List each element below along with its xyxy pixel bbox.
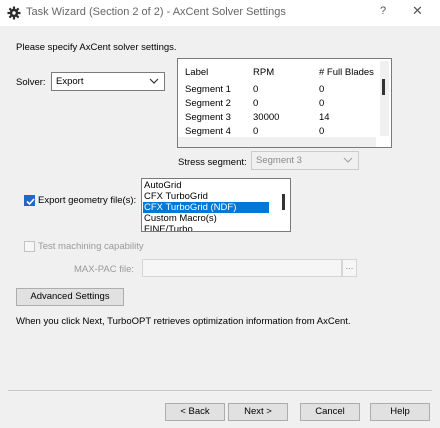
solver-label: Solver: <box>16 77 46 88</box>
table-cell[interactable]: Segment 4 <box>185 126 231 137</box>
chevron-down-icon <box>149 78 159 84</box>
test-machining-label: Test machining capability <box>38 241 144 252</box>
table-vertical-scrollbar[interactable] <box>380 61 389 136</box>
scrollbar-thumb[interactable] <box>282 194 285 210</box>
table-cell[interactable]: 14 <box>319 112 330 123</box>
close-icon[interactable]: ✕ <box>412 3 423 19</box>
help-button[interactable]: Help <box>370 403 430 421</box>
table-cell[interactable]: 0 <box>253 98 258 109</box>
table-cell[interactable]: 0 <box>319 126 324 137</box>
segment-table[interactable]: Label RPM # Full Blades Segment 1 0 0 Se… <box>177 58 392 148</box>
test-machining-checkbox[interactable] <box>24 241 35 252</box>
instructions-text: Please specify AxCent solver settings. <box>16 42 177 53</box>
list-item[interactable]: CFX TurboGrid <box>143 191 208 202</box>
max-pac-label: MAX-PAC file: <box>74 264 135 275</box>
footer-separator <box>8 390 432 391</box>
table-cell[interactable]: 0 <box>253 84 258 95</box>
info-text: When you click Next, TurboOPT retrieves … <box>16 316 351 327</box>
list-item-selected[interactable]: CFX TurboGrid (NDF) <box>143 202 269 213</box>
header-rpm: RPM <box>253 67 275 78</box>
next-button[interactable]: Next > <box>228 403 288 421</box>
list-item[interactable]: FINE/Turbo <box>143 224 193 231</box>
solver-value: Export <box>56 76 84 87</box>
geometry-format-list[interactable]: AutoGrid CFX TurboGrid CFX TurboGrid (ND… <box>141 178 291 232</box>
export-geometry-checkbox[interactable] <box>24 195 35 206</box>
window-title: Task Wizard (Section 2 of 2) - AxCent So… <box>26 6 286 18</box>
list-vertical-scrollbar[interactable] <box>279 180 289 230</box>
cancel-button[interactable]: Cancel <box>300 403 360 421</box>
header-full-blades: # Full Blades <box>319 67 374 78</box>
stress-segment-label: Stress segment: <box>178 157 247 168</box>
table-cell[interactable]: 30000 <box>253 112 279 123</box>
stress-segment-value: Segment 3 <box>256 155 302 166</box>
browse-button[interactable]: ... <box>342 259 357 277</box>
export-geometry-label: Export geometry file(s): <box>38 195 137 206</box>
table-cell[interactable]: 0 <box>319 84 324 95</box>
table-cell[interactable]: 0 <box>319 98 324 109</box>
max-pac-input[interactable] <box>142 259 342 277</box>
solver-dropdown[interactable]: Export <box>51 72 165 91</box>
scrollbar-thumb[interactable] <box>382 79 385 95</box>
table-cell[interactable]: Segment 2 <box>185 98 231 109</box>
table-horizontal-scrollbar[interactable] <box>178 137 376 147</box>
table-cell[interactable]: 0 <box>253 126 258 137</box>
back-button[interactable]: < Back <box>165 403 225 421</box>
table-cell[interactable]: Segment 1 <box>185 84 231 95</box>
title-help-button[interactable]: ? <box>380 5 386 17</box>
header-label: Label <box>185 67 209 78</box>
advanced-settings-button[interactable]: Advanced Settings <box>16 288 124 306</box>
list-item[interactable]: Custom Macro(s) <box>143 213 217 224</box>
table-cell[interactable]: Segment 3 <box>185 112 231 123</box>
list-item[interactable]: AutoGrid <box>143 180 182 191</box>
stress-segment-dropdown[interactable]: Segment 3 <box>251 151 359 170</box>
app-gear-icon <box>7 6 21 20</box>
chevron-down-icon <box>343 157 353 163</box>
checkmark-icon <box>26 198 35 206</box>
